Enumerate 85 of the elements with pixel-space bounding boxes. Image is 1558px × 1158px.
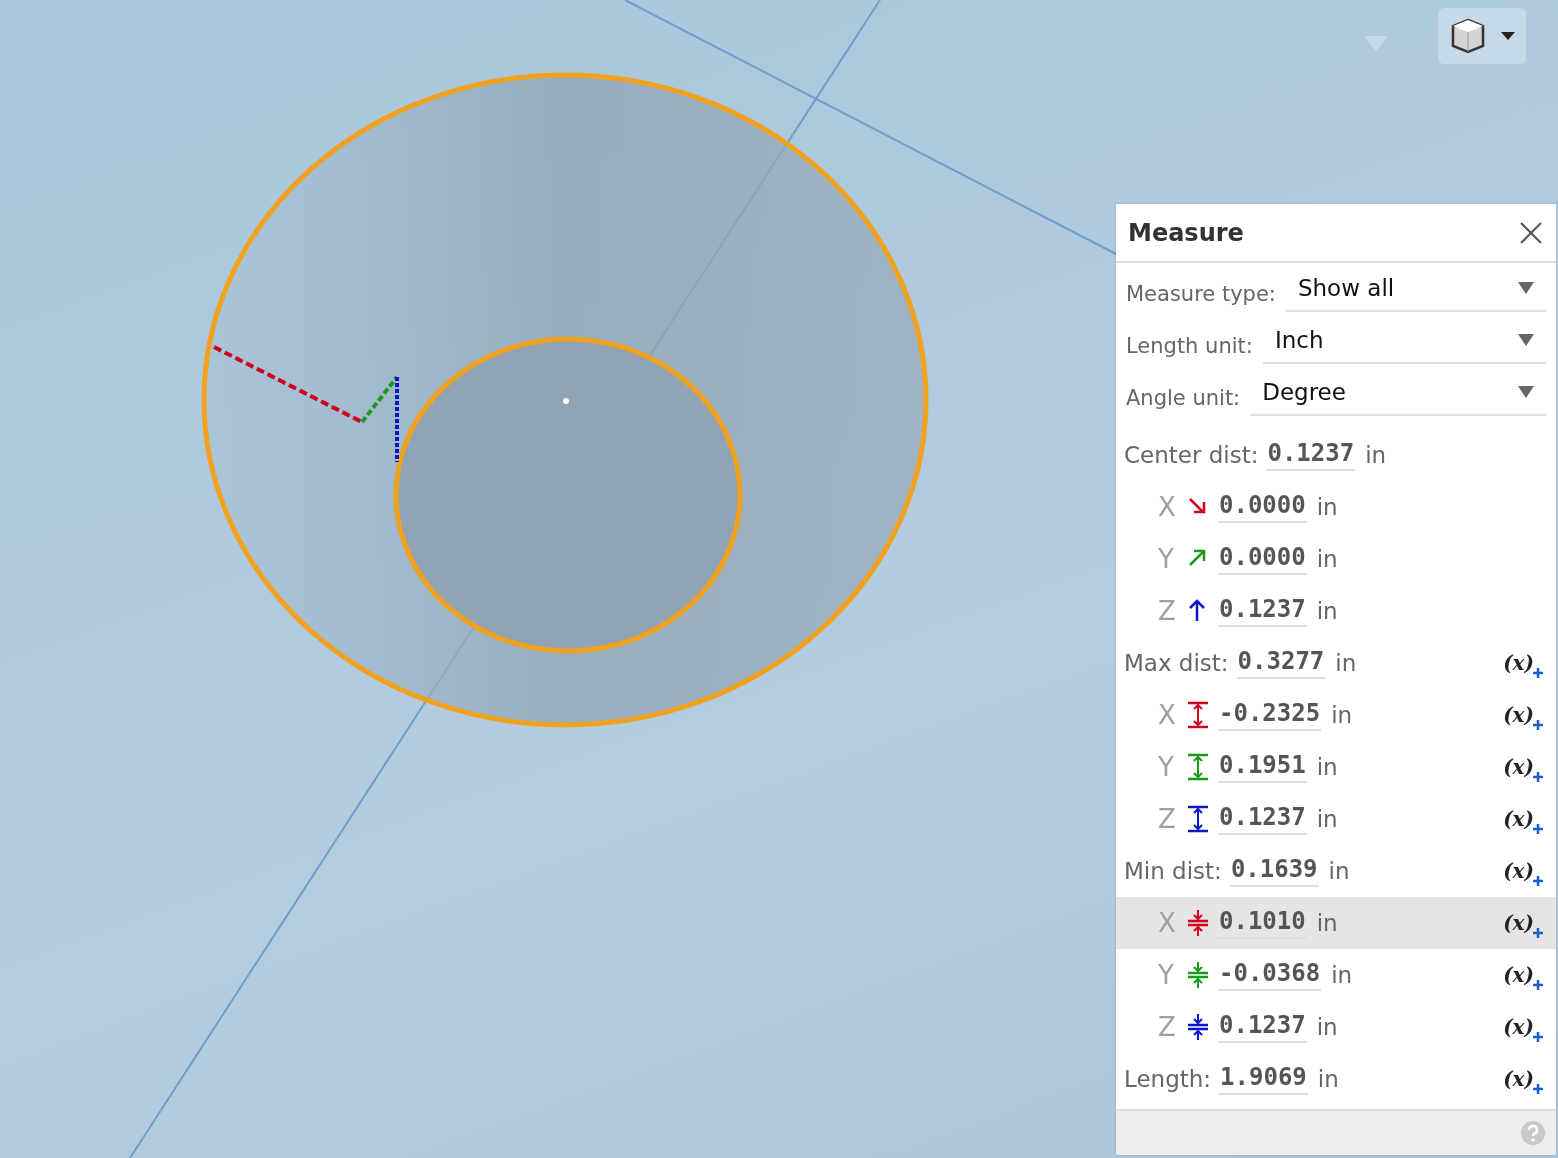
variable-button[interactable]: (x) [1503,807,1544,831]
panel-title: Measure [1128,218,1244,247]
caret-icon [1518,282,1534,294]
unit-label: in [1316,806,1338,832]
measurement-row[interactable]: Y -0.0368 in (x) [1116,949,1556,1001]
unit-label: in [1316,910,1338,936]
plus-icon [1532,823,1544,835]
measurement-label: Length: [1124,1066,1212,1092]
measurement-row[interactable]: Z 0.1237 in (x) [1116,793,1556,845]
unit-label: in [1335,650,1357,676]
dropdown[interactable]: Degree [1250,370,1546,416]
variable-button[interactable]: (x) [1503,963,1544,987]
measurement-value: 0.1639 [1229,855,1319,887]
caret-icon [1501,32,1515,40]
measurement-row[interactable]: Z 0.1237 in [1116,585,1556,637]
unit-label: in [1316,546,1338,572]
field-label: Angle unit: [1126,385,1241,410]
measurement-label: Min dist: [1124,858,1222,884]
measurement-row[interactable]: Length: 1.9069 in (x) [1116,1053,1556,1105]
measurement-value: 0.0000 [1218,491,1307,523]
measurement-row[interactable]: Max dist: 0.3277 in (x) [1116,637,1556,689]
cube-icon [1449,17,1487,55]
plus-icon [1532,927,1544,939]
variable-button[interactable]: (x) [1503,755,1544,779]
axis-letter: X [1158,908,1177,938]
field-label: Measure type: [1126,281,1276,306]
axis-letter: Z [1158,804,1177,834]
measurement-row[interactable]: Z 0.1237 in (x) [1116,1001,1556,1053]
measurement-value: 0.1237 [1266,439,1356,471]
variable-button[interactable]: (x) [1503,1067,1544,1091]
plus-icon [1532,1083,1544,1095]
close-icon [1518,219,1544,246]
axis-letter: Z [1158,1012,1177,1042]
measurement-value: 0.1010 [1218,907,1307,939]
measurement-row[interactable]: Center dist: 0.1237 in [1116,429,1556,481]
plus-icon [1532,979,1544,991]
plus-icon [1532,719,1544,731]
measurement-row[interactable]: X 0.1010 in (x) [1116,897,1556,949]
unit-label: in [1331,962,1353,988]
plus-icon [1532,1031,1544,1043]
measurement-value: 0.3277 [1236,647,1326,679]
variable-button[interactable]: (x) [1503,703,1544,727]
measurement-value: 0.1237 [1218,1011,1307,1043]
measurement-value: 0.1237 [1218,803,1307,835]
dropdown[interactable]: Show all [1285,266,1546,312]
unit-label: in [1365,442,1387,468]
unit-label: in [1316,598,1338,624]
variable-button[interactable]: (x) [1503,911,1544,935]
field-label: Length unit: [1126,333,1253,358]
axis-letter: Z [1158,596,1177,626]
measurement-label: Center dist: [1124,442,1259,468]
variable-button[interactable]: (x) [1503,859,1544,883]
measurement-value: 0.1951 [1218,751,1307,783]
variable-button[interactable]: (x) [1503,1015,1544,1039]
measurement-value: -0.0368 [1218,959,1322,991]
axis-letter: X [1158,492,1177,522]
measurement-row[interactable]: X -0.2325 in (x) [1116,689,1556,741]
axis-letter: Y [1158,752,1175,782]
unit-label: in [1316,1014,1338,1040]
measurement-value: -0.2325 [1218,699,1322,731]
unit-label: in [1316,754,1338,780]
axis-letter: Y [1158,960,1175,990]
unit-label: in [1317,1066,1339,1092]
measurement-row[interactable]: X 0.0000 in [1116,481,1556,533]
variable-button[interactable]: (x) [1503,651,1544,675]
measurement-row[interactable]: Min dist: 0.1639 in (x) [1116,845,1556,897]
axis-letter: Y [1158,544,1175,574]
unit-label: in [1328,858,1350,884]
caret-icon [1518,386,1534,398]
plus-icon [1532,667,1544,679]
view-cube-button[interactable] [1438,8,1526,64]
plus-icon [1532,875,1544,887]
measurement-label: Max dist: [1124,650,1229,676]
measurement-value: 0.1237 [1218,595,1307,627]
dropdown[interactable]: Inch [1262,318,1546,364]
close-button[interactable] [1518,219,1544,246]
unit-label: in [1331,702,1353,728]
axis-letter: X [1158,700,1177,730]
measurement-value: 1.9069 [1219,1063,1308,1095]
measurement-row[interactable]: Y 0.1951 in (x) [1116,741,1556,793]
measurement-value: 0.0000 [1218,543,1307,575]
unit-label: in [1316,494,1338,520]
caret-icon [1518,334,1534,346]
plus-icon [1532,771,1544,783]
measurement-row[interactable]: Y 0.0000 in [1116,533,1556,585]
